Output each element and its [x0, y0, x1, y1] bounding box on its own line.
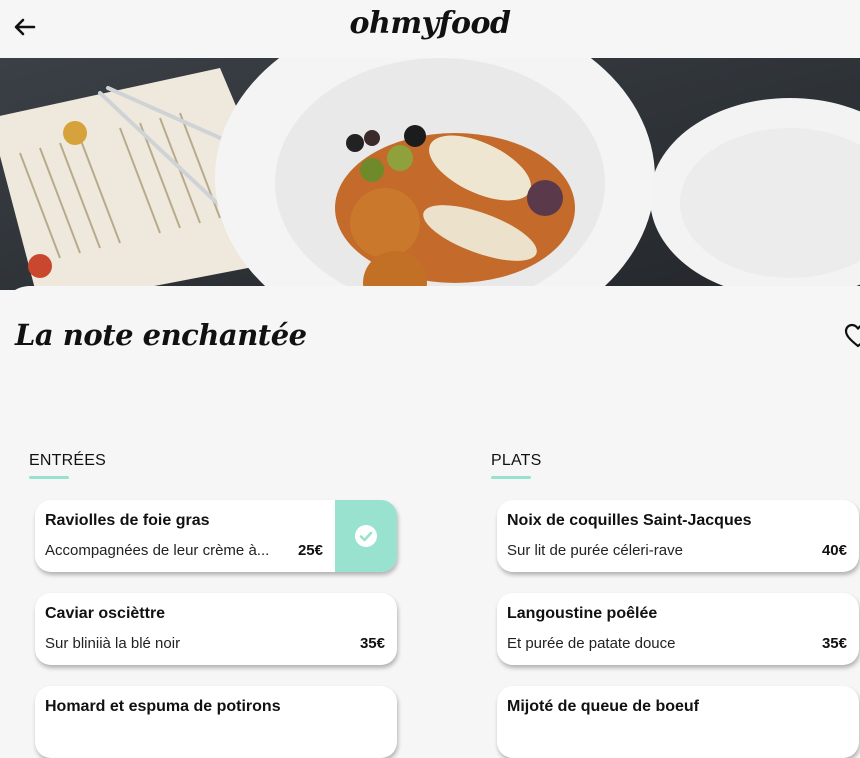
menu-item-card[interactable]: Mijoté de queue de boeuf — [497, 686, 859, 758]
section-underline — [491, 476, 531, 479]
menu-item-card[interactable]: Caviar oscièttre Sur bliniià la blé noir… — [35, 593, 397, 665]
menu-item-card[interactable]: Langoustine poêlée Et purée de patate do… — [497, 593, 859, 665]
selected-indicator[interactable] — [335, 500, 397, 572]
menu-item-name: Mijoté de queue de boeuf — [507, 698, 700, 715]
restaurant-name: La note enchantée — [15, 318, 307, 352]
menu-item-name: Caviar oscièttre — [45, 605, 166, 622]
heart-icon — [844, 323, 860, 348]
menu-item-description: Et purée de patate douce — [507, 635, 676, 652]
hero-image — [0, 58, 860, 290]
menu-item-name: Noix de coquilles Saint-Jacques — [507, 512, 752, 529]
menu-item-price: 40€ — [821, 542, 847, 559]
menu-item-card[interactable]: Homard et espuma de potirons — [35, 686, 397, 758]
favorite-button[interactable] — [843, 322, 860, 350]
menu-item-name: Raviolles de foie gras — [45, 512, 210, 529]
section-title-entrees: ENTRÉES — [29, 452, 106, 469]
menu-item-description: Sur lit de purée céleri-rave — [507, 542, 683, 559]
top-bar: ohmyfood — [0, 0, 860, 58]
menu-item-card[interactable]: Raviolles de foie gras Accompagnées de l… — [35, 500, 397, 572]
menu-item-name: Homard et espuma de potirons — [45, 698, 281, 715]
check-circle-icon — [355, 525, 377, 547]
section-title-plats: PLATS — [491, 452, 542, 469]
app-logo[interactable]: ohmyfood — [0, 6, 860, 41]
menu-item-price: 35€ — [359, 635, 385, 652]
menu-item-card[interactable]: Noix de coquilles Saint-Jacques Sur lit … — [497, 500, 859, 572]
menu-item-price: 25€ — [297, 542, 323, 559]
menu-item-name: Langoustine poêlée — [507, 605, 658, 622]
menu-item-description: Sur bliniià la blé noir — [45, 635, 181, 652]
menu-item-description: Accompagnées de leur crème à... — [45, 542, 270, 559]
section-underline — [29, 476, 69, 479]
menu-item-price: 35€ — [821, 635, 847, 652]
